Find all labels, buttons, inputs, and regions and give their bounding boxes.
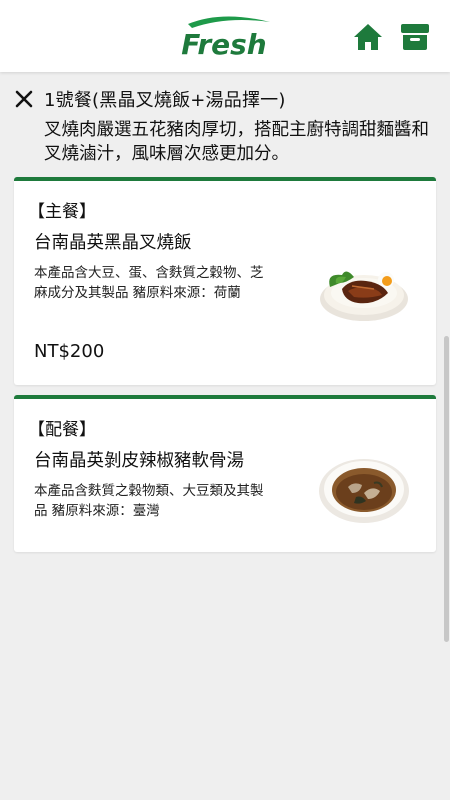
scrollbar[interactable] [444,336,449,642]
dish-price: NT$200 [34,341,105,362]
meal-title: 1號餐(黑晶叉燒飯+湯品擇一) [44,90,286,111]
dish-name: 台南晶英剝皮辣椒豬軟骨湯 [34,451,244,471]
main-dish-card: 【主餐】 台南晶英黑晶叉燒飯 本產品含大豆、蛋、含麩質之穀物、芝麻成分及其製品 … [14,177,436,385]
home-icon[interactable] [352,22,384,52]
archive-box-icon[interactable] [400,22,430,52]
section-label: 【配餐】 [28,420,96,440]
meal-title-row: 1號餐(黑晶叉燒飯+湯品擇一) [14,86,286,112]
dish-name: 台南晶英黑晶叉燒飯 [34,233,192,253]
chashu-rice-image [320,271,408,321]
pork-cartilage-soup-image [319,459,409,523]
svg-text:Fresh: Fresh [181,28,266,60]
meal-description: 叉燒肉嚴選五花豬肉厚切，搭配主廚特調甜麵醬和叉燒滷汁，風味層次感更加分。 [44,120,429,164]
dish-allergen-info: 本產品含大豆、蛋、含麩質之穀物、芝麻成分及其製品 豬原料來源：荷蘭 [34,265,264,301]
top-bar: Fresh [0,0,450,72]
close-icon[interactable] [14,89,34,109]
side-dish-card: 【配餐】 台南晶英剝皮辣椒豬軟骨湯 本產品含麩質之穀物類、大豆類及其製品 豬原料… [14,395,436,552]
section-label: 【主餐】 [28,202,96,222]
dish-allergen-info: 本產品含麩質之穀物類、大豆類及其製品 豬原料來源：臺灣 [34,483,264,519]
fresh-logo[interactable]: Fresh [170,12,278,60]
